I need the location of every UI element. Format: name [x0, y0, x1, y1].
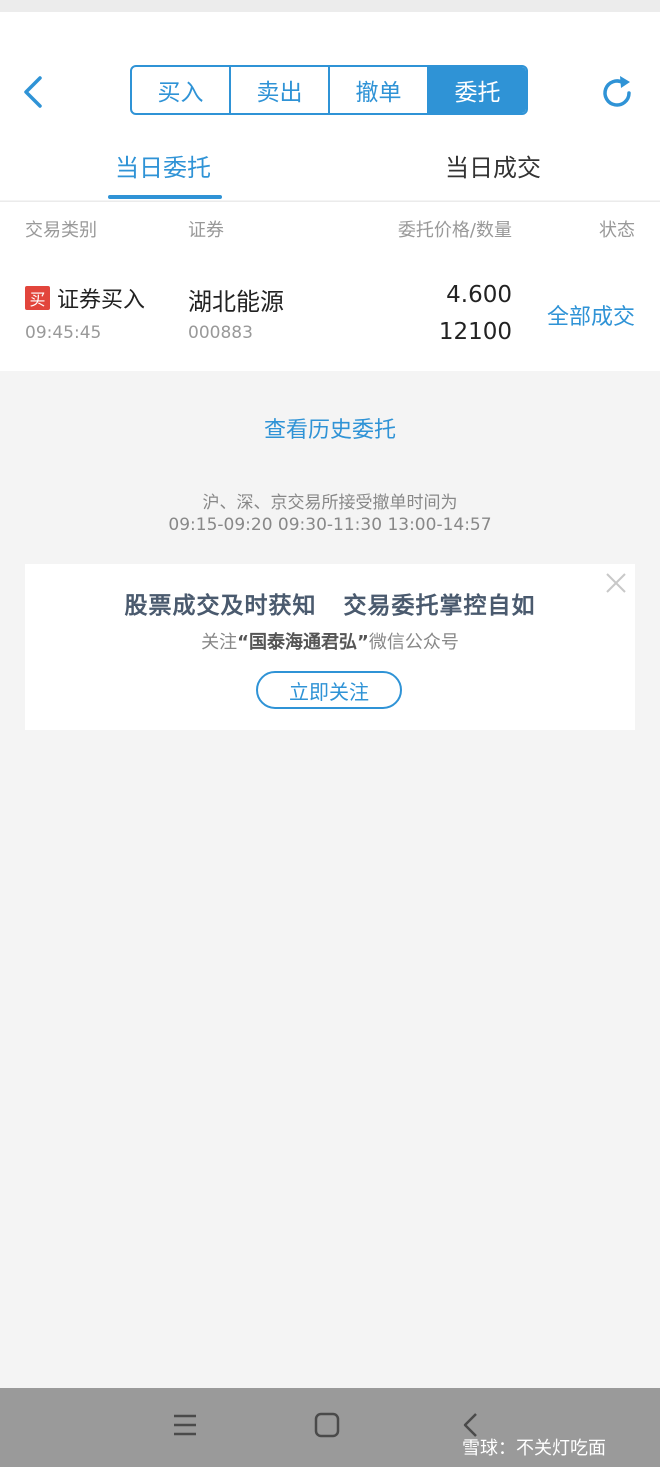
watermark: 雪球：不关灯吃面 [462, 1438, 606, 1459]
security-code: 000883 [188, 323, 253, 343]
menu-icon[interactable] [172, 1412, 198, 1438]
refresh-icon[interactable] [598, 74, 636, 112]
order-price: 4.600 [446, 282, 512, 308]
active-tab-indicator [108, 195, 222, 199]
order-list: 交易类别 证券 委托价格/数量 状态 买 证券买入 09:45:45 湖北能源 … [0, 201, 660, 371]
home-icon[interactable] [314, 1412, 340, 1438]
header: 买入 卖出 撤单 委托 当日委托 当日成交 [0, 12, 660, 200]
promo-subtitle: 关注“国泰海通君弘”微信公众号 [25, 628, 635, 654]
promo-banner: 股票成交及时获知 交易委托掌控自如 关注“国泰海通君弘”微信公众号 立即关注 [25, 564, 635, 730]
column-header-status: 状态 [599, 220, 635, 241]
view-history-orders-link[interactable]: 查看历史委托 [0, 412, 660, 444]
trade-segment-control: 买入 卖出 撤单 委托 [130, 65, 528, 115]
cancel-time-notice-line1: 沪、深、京交易所接受撤单时间为 [202, 493, 458, 513]
segment-buy[interactable]: 买入 [132, 67, 231, 113]
follow-now-button[interactable]: 立即关注 [256, 671, 402, 709]
segment-cancel[interactable]: 撤单 [330, 67, 429, 113]
cancel-time-notice-line2: 09:15-09:20 09:30-11:30 13:00-14:57 [168, 515, 492, 535]
promo-sub-suffix: 微信公众号 [368, 632, 459, 653]
back-arrow-icon[interactable] [18, 74, 54, 110]
security-name: 湖北能源 [188, 288, 284, 316]
tab-today-orders[interactable]: 当日委托 [115, 148, 211, 183]
order-quantity: 12100 [438, 319, 512, 345]
order-type: 证券买入 [57, 288, 146, 313]
column-header-type: 交易类别 [25, 220, 97, 241]
segment-orders[interactable]: 委托 [429, 67, 526, 113]
order-time: 09:45:45 [25, 323, 102, 343]
promo-account-name: “国泰海通君弘” [237, 632, 369, 653]
close-icon[interactable] [605, 572, 627, 594]
order-status: 全部成交 [546, 305, 635, 330]
promo-sub-prefix: 关注 [201, 632, 238, 653]
buy-badge: 买 [25, 286, 50, 310]
promo-title: 股票成交及时获知 交易委托掌控自如 [124, 593, 536, 619]
tab-today-trades[interactable]: 当日成交 [445, 148, 541, 183]
segment-sell[interactable]: 卖出 [231, 67, 330, 113]
status-bar [0, 0, 660, 12]
column-header-price-qty: 委托价格/数量 [397, 220, 512, 241]
column-header-security: 证券 [188, 220, 224, 241]
